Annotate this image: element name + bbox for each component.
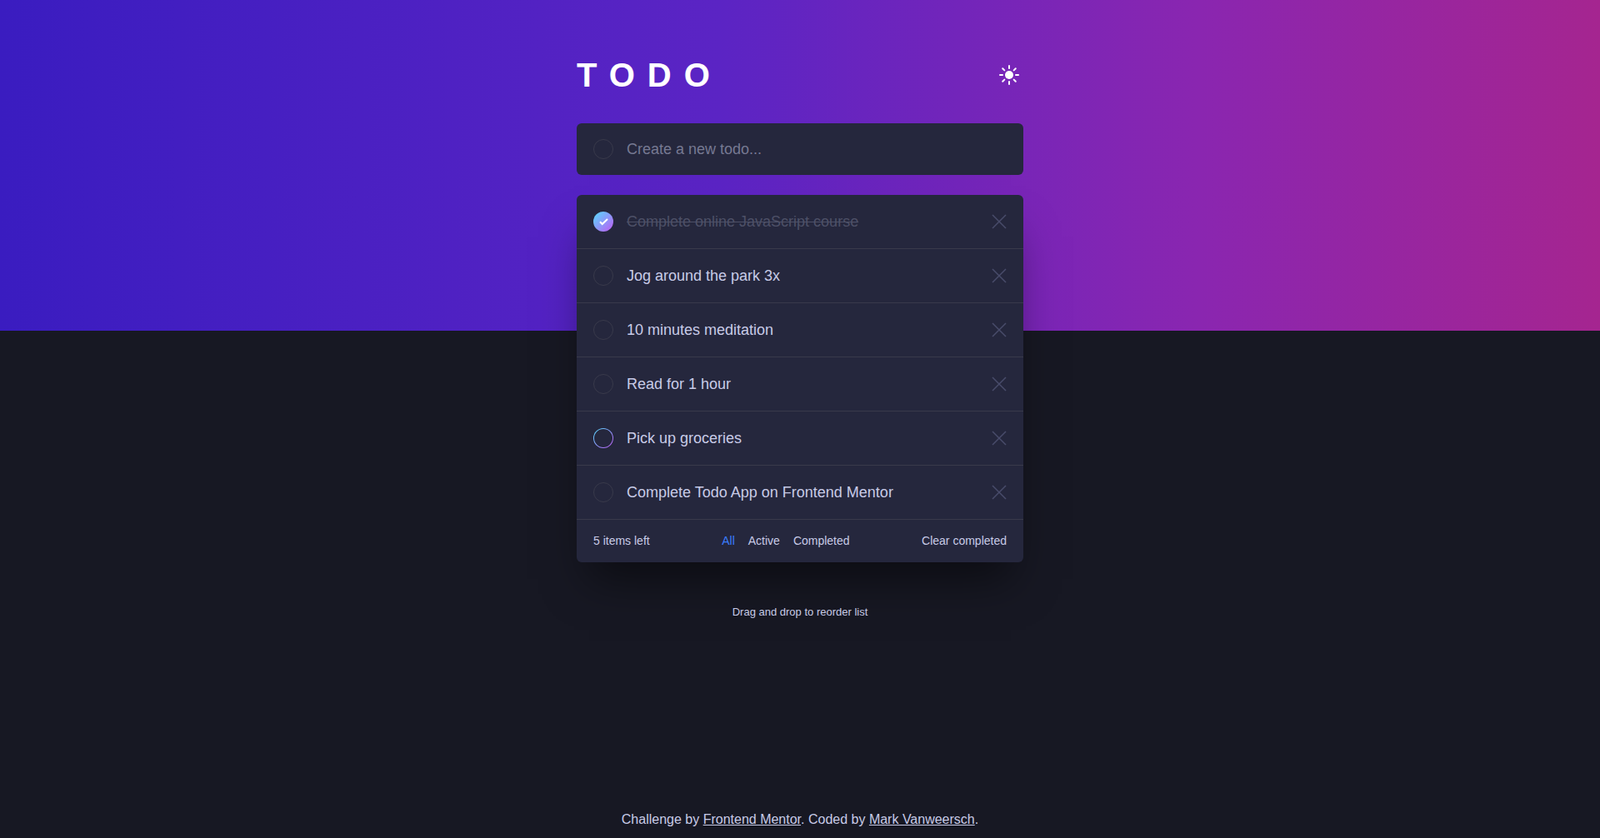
todo-text: Complete Todo App on Frontend Mentor — [626, 481, 979, 505]
header: TODO — [576, 58, 1024, 92]
todo-checkbox[interactable] — [593, 211, 614, 232]
clear-completed[interactable]: Clear completed — [921, 532, 1007, 550]
credit: Challenge by Frontend Mentor. Coded by M… — [621, 810, 979, 838]
credit-text: Challenge by — [621, 812, 704, 827]
new-todo-input[interactable] — [626, 138, 1007, 161]
sun-icon — [998, 64, 1020, 86]
filter-button[interactable]: Completed — [793, 532, 850, 550]
filter-button[interactable]: All — [721, 532, 735, 550]
check-icon — [599, 218, 609, 226]
new-todo-circle[interactable] — [593, 139, 614, 160]
todo-checkbox[interactable] — [593, 428, 614, 449]
todo-item[interactable]: Complete online JavaScript course — [576, 195, 1024, 250]
cross-icon[interactable] — [991, 322, 1007, 338]
todo-list: Complete online JavaScript course Jog aro… — [576, 195, 1024, 563]
page: TODO Complete online JavaScript course Jog… — [0, 0, 1600, 838]
app-title: TODO — [576, 58, 723, 92]
todo-text: Pick up groceries — [626, 427, 979, 450]
credit-link[interactable]: Mark Vanweersch — [869, 812, 975, 827]
cross-icon[interactable] — [991, 214, 1007, 230]
todo-checkbox[interactable] — [593, 374, 614, 395]
cross-icon[interactable] — [991, 268, 1007, 284]
filters: All Active Completed — [721, 532, 850, 550]
cross-icon[interactable] — [991, 485, 1007, 500]
todo-text: Complete online JavaScript course — [626, 210, 979, 234]
credit-text: . Coded by — [800, 812, 870, 827]
drag-hint: Drag and drop to reorder list — [576, 604, 1024, 621]
todo-text: Read for 1 hour — [626, 373, 979, 396]
todo-checkbox[interactable] — [593, 482, 614, 503]
todo-app: TODO Complete online JavaScript course Jog… — [576, 0, 1024, 621]
list-footer: 5 items left All Active Completed Clear comp… — [576, 520, 1024, 563]
todo-checkbox[interactable] — [593, 265, 614, 286]
todo-text: 10 minutes meditation — [626, 319, 979, 342]
items-left: 5 items left — [593, 532, 650, 550]
cross-icon[interactable] — [991, 376, 1007, 392]
todo-item[interactable]: Jog around the park 3x — [576, 249, 1024, 304]
cross-icon[interactable] — [991, 430, 1007, 446]
credit-text: . — [975, 812, 979, 827]
filter-button[interactable]: Active — [748, 532, 780, 550]
todo-item[interactable]: Complete Todo App on Frontend Mentor — [576, 465, 1024, 520]
credit-link[interactable]: Frontend Mentor — [703, 812, 801, 827]
todo-text: Jog around the park 3x — [626, 265, 979, 288]
todo-item[interactable]: Read for 1 hour — [576, 357, 1024, 412]
todo-item[interactable]: 10 minutes meditation — [576, 303, 1024, 358]
new-todo — [576, 123, 1024, 175]
todo-checkbox[interactable] — [593, 320, 614, 340]
todo-item[interactable]: Pick up groceries — [576, 411, 1024, 466]
theme-toggle[interactable] — [995, 60, 1024, 90]
